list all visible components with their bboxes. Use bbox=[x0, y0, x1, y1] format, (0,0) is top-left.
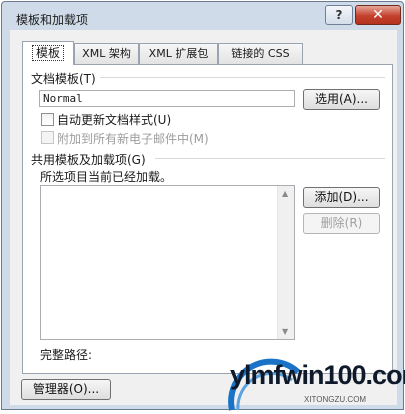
select-template-button[interactable]: 选用(A)... bbox=[303, 89, 380, 110]
document-template-input[interactable]: Normal bbox=[39, 90, 295, 107]
scroll-down-icon[interactable]: ▼ bbox=[282, 327, 288, 336]
auto-update-styles-checkbox[interactable] bbox=[41, 113, 54, 126]
tab-linked-css-label: 链接的 CSS bbox=[231, 47, 290, 60]
tab-xml-expansion-packs[interactable]: XML 扩展包 bbox=[139, 43, 218, 64]
tab-linked-css[interactable]: 链接的 CSS bbox=[218, 43, 303, 64]
tab-xml-schema-label: XML 架构 bbox=[82, 47, 131, 60]
tab-templates-label: 模板 bbox=[31, 45, 64, 61]
remove-template-button: 删除(R) bbox=[303, 213, 380, 234]
attach-to-mail-label: 附加到所有新电子邮件中(M) bbox=[57, 132, 209, 146]
help-button[interactable]: ? bbox=[325, 5, 353, 25]
tab-xml-expansion-packs-label: XML 扩展包 bbox=[148, 47, 209, 60]
full-path-label: 完整路径: bbox=[40, 348, 93, 362]
list-scrollbar[interactable]: ▲ ▼ bbox=[277, 186, 294, 339]
loaded-items-note: 所选项目当前已经加载。 bbox=[40, 170, 173, 184]
add-template-button[interactable]: 添加(D)... bbox=[303, 187, 380, 208]
section-divider bbox=[100, 77, 385, 78]
document-template-label: 文档模板(T) bbox=[31, 72, 96, 86]
tab-templates[interactable]: 模板 bbox=[22, 41, 74, 65]
close-button[interactable]: ✕ bbox=[355, 5, 401, 25]
attach-to-mail-checkbox bbox=[41, 131, 54, 144]
organizer-button[interactable]: 管理器(O)... bbox=[21, 379, 111, 400]
window-title: 模板和加载项 bbox=[16, 13, 89, 27]
auto-update-styles-label: 自动更新文档样式(U) bbox=[57, 113, 172, 127]
tab-xml-schema[interactable]: XML 架构 bbox=[74, 43, 139, 64]
scroll-up-icon[interactable]: ▲ bbox=[282, 189, 288, 198]
section-divider bbox=[155, 158, 385, 159]
global-templates-label: 共用模板及加载项(G) bbox=[31, 153, 146, 167]
global-templates-list[interactable]: ▲ ▼ bbox=[40, 185, 295, 340]
